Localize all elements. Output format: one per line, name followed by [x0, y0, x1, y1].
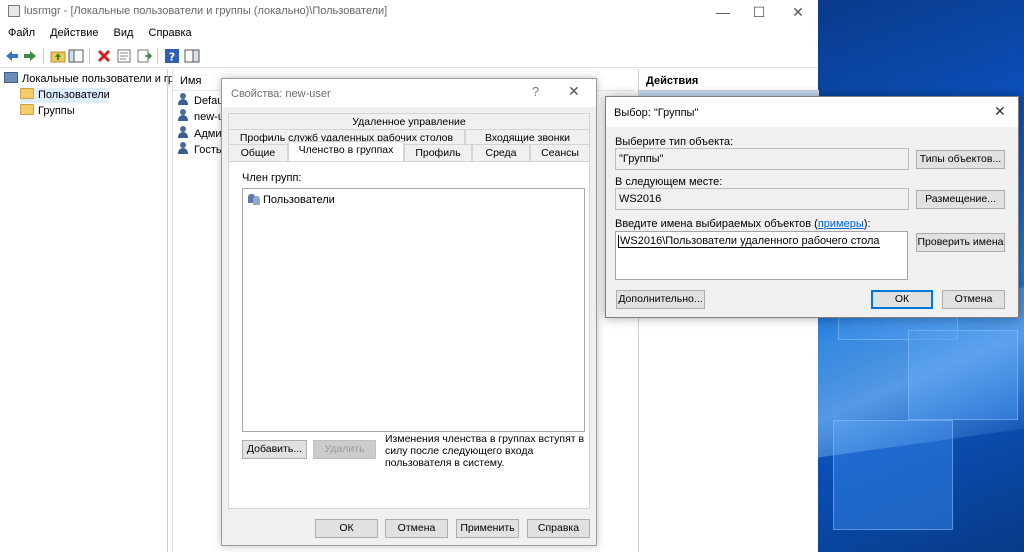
tree-item-label: Группы	[38, 105, 75, 117]
menu-view[interactable]: Вид	[108, 24, 140, 39]
check-names-button[interactable]: Проверить имена	[916, 233, 1005, 252]
help-button[interactable]: Справка	[527, 519, 590, 538]
folder-icon	[20, 104, 34, 115]
groups-listbox[interactable]: Пользователи	[242, 188, 585, 432]
user-icon	[177, 109, 191, 122]
select-cancel-button[interactable]: Отмена	[942, 290, 1005, 309]
up-folder-icon[interactable]	[50, 48, 66, 64]
close-button[interactable]: ✕	[780, 2, 816, 22]
advanced-button[interactable]: Дополнительно...	[616, 290, 705, 309]
object-type-field: "Группы"	[615, 148, 909, 170]
list-item[interactable]: Гость	[177, 142, 222, 158]
tree-root-label: Локальные пользователи и гру	[22, 73, 180, 85]
app-icon	[8, 5, 20, 17]
select-close-button[interactable]: ✕	[994, 103, 1006, 120]
membership-note-line-1: Изменения членства в группах вступят в	[385, 433, 585, 445]
console-tree: Локальные пользователи и гру Пользовател…	[0, 69, 179, 552]
toolbar: ?	[0, 44, 818, 68]
object-names-value: WS2016\Пользователи удаленного рабочего …	[618, 235, 880, 248]
membership-note-line-2: силу после следующего входа	[385, 445, 534, 457]
user-icon	[177, 142, 191, 155]
maximize-button[interactable]: ☐	[741, 2, 777, 22]
menu-action[interactable]: Действие	[44, 24, 104, 39]
back-arrow-icon[interactable]	[4, 48, 20, 64]
tab-general[interactable]: Общие	[228, 144, 288, 161]
properties-icon[interactable]	[116, 48, 132, 64]
tree-item-groups[interactable]: Группы	[20, 104, 75, 119]
select-title-bar[interactable]: Выбор: "Группы" ✕	[606, 97, 1018, 127]
folder-icon	[20, 88, 34, 99]
group-name: Пользователи	[263, 194, 335, 206]
select-ok-button[interactable]: ОК	[871, 290, 933, 309]
membership-note-line-3: пользователя в систему.	[385, 457, 505, 469]
help-icon[interactable]: ?	[164, 48, 180, 64]
props-cancel-button[interactable]: Отмена	[385, 519, 448, 538]
list-item-label: new-u	[194, 111, 224, 123]
object-names-label-prefix: Введите имена выбираемых объектов (	[615, 218, 818, 230]
show-hide-tree-icon[interactable]	[68, 48, 84, 64]
menu-help[interactable]: Справка	[143, 24, 198, 39]
title-bar[interactable]: lusrmgr - [Локальные пользователи и груп…	[0, 0, 818, 24]
object-names-label-suffix: ):	[863, 218, 871, 230]
group-icon	[248, 193, 261, 205]
add-button[interactable]: Добавить...	[242, 440, 307, 459]
member-of-panel: Член групп: Пользователи Добавить... Уда…	[228, 161, 590, 509]
properties-title: Свойства: new-user	[231, 88, 331, 100]
menu-bar: Файл Действие Вид Справка	[0, 24, 818, 44]
properties-close-button[interactable]: ✕	[568, 83, 580, 100]
help-question-button[interactable]: ?	[532, 84, 539, 99]
window-title: lusrmgr - [Локальные пользователи и груп…	[24, 5, 388, 17]
props-ok-button[interactable]: ОК	[315, 519, 378, 538]
list-item[interactable]: new-u	[177, 109, 224, 125]
list-item-label: Гость	[194, 144, 222, 156]
object-types-button[interactable]: Типы объектов...	[916, 150, 1005, 169]
tree-item-label: Пользователи	[38, 89, 110, 101]
menu-file[interactable]: Файл	[0, 24, 41, 39]
minimize-button[interactable]: —	[705, 2, 741, 22]
examples-link[interactable]: примеры	[818, 218, 864, 230]
tab-member-of[interactable]: Членство в группах	[288, 141, 404, 161]
delete-icon[interactable]	[96, 48, 112, 64]
svg-text:?: ?	[169, 51, 175, 64]
object-names-label: Введите имена выбираемых объектов (приме…	[615, 218, 870, 230]
tab-remote-control[interactable]: Удаленное управление	[228, 113, 590, 130]
user-icon	[177, 126, 191, 139]
member-of-label: Член групп:	[242, 172, 302, 184]
select-groups-dialog: Выбор: "Группы" ✕ Выберите тип объекта: …	[605, 96, 1019, 318]
toolbar-separator	[89, 48, 90, 64]
properties-dialog: Свойства: new-user ? ✕ Удаленное управле…	[221, 78, 597, 546]
properties-title-bar[interactable]: Свойства: new-user ? ✕	[222, 79, 596, 107]
locations-button[interactable]: Размещение...	[916, 190, 1005, 209]
object-type-label: Выберите тип объекта:	[615, 136, 734, 148]
apply-button[interactable]: Применить	[456, 519, 519, 538]
list-item[interactable]: Defaul	[177, 93, 226, 109]
export-list-icon[interactable]	[136, 48, 152, 64]
user-icon	[177, 93, 191, 106]
list-item[interactable]: Пользователи	[248, 193, 335, 206]
location-field: WS2016	[615, 188, 909, 210]
tab-environment[interactable]: Среда	[472, 144, 530, 161]
list-item[interactable]: Админ	[177, 126, 228, 142]
forward-arrow-icon[interactable]	[22, 48, 38, 64]
actions-header: Действия	[639, 69, 819, 91]
toolbar-separator	[157, 48, 158, 64]
toolbar-separator	[43, 48, 44, 64]
select-title: Выбор: "Группы"	[614, 107, 699, 119]
tab-sessions[interactable]: Сеансы	[530, 144, 590, 161]
tree-root[interactable]: Локальные пользователи и гру	[4, 72, 179, 87]
column-name-label: Имя	[180, 75, 202, 87]
tab-profile[interactable]: Профиль	[404, 144, 472, 161]
location-label: В следующем месте:	[615, 176, 723, 188]
computer-icon	[4, 72, 18, 83]
object-names-input[interactable]: WS2016\Пользователи удаленного рабочего …	[615, 231, 908, 280]
show-action-pane-icon[interactable]	[184, 48, 200, 64]
tree-item-users[interactable]: Пользователи	[20, 88, 110, 103]
remove-button[interactable]: Удалить	[313, 440, 376, 459]
